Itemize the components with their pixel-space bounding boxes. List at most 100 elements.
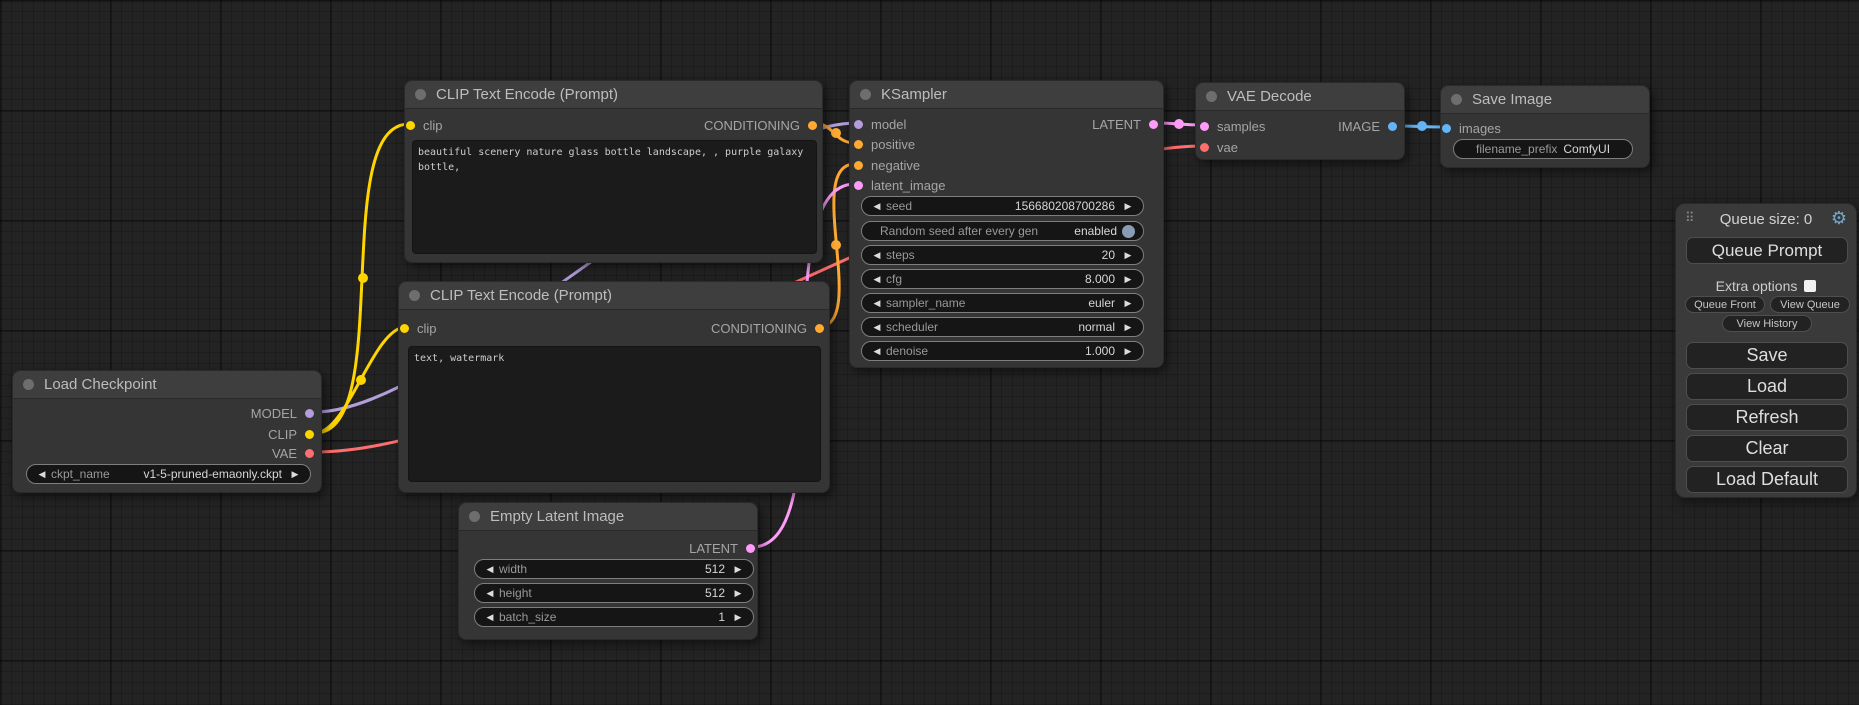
latent-output-dot[interactable] (1149, 120, 1158, 129)
seed-widget[interactable]: ◀ seed 156680208700286 ▶ (861, 196, 1144, 216)
output-slot-image[interactable]: IMAGE (1338, 117, 1397, 135)
image-output-dot[interactable] (1388, 122, 1397, 131)
increment-arrow-icon[interactable]: ▶ (1121, 346, 1135, 357)
latent-input-dot[interactable] (1200, 122, 1209, 131)
output-slot-conditioning[interactable]: CONDITIONING (711, 319, 824, 337)
decrement-arrow-icon[interactable]: ◀ (483, 612, 497, 623)
model-input-dot[interactable] (854, 120, 863, 129)
input-slot-clip[interactable]: clip (400, 319, 437, 337)
gear-icon[interactable]: ⚙ (1831, 208, 1847, 228)
decrement-arrow-icon[interactable]: ◀ (870, 346, 884, 357)
scheduler-widget[interactable]: ◀ scheduler normal ▶ (861, 317, 1144, 337)
clip-input-dot[interactable] (400, 324, 409, 333)
latent-output-dot[interactable] (746, 544, 755, 553)
clear-button[interactable]: Clear (1686, 435, 1848, 462)
extra-options-checkbox[interactable] (1804, 280, 1816, 292)
decrement-arrow-icon[interactable]: ◀ (870, 322, 884, 333)
width-widget[interactable]: ◀ width 512 ▶ (474, 559, 754, 579)
vae-input-dot[interactable] (1200, 143, 1209, 152)
queue-panel[interactable]: ⠿ Queue size: 0 ⚙ Queue Prompt Extra opt… (1675, 203, 1857, 498)
output-slot-latent[interactable]: LATENT (689, 539, 755, 557)
input-slot-images[interactable]: images (1442, 119, 1501, 137)
vae-output-dot[interactable] (305, 449, 314, 458)
input-slot-negative[interactable]: negative (854, 156, 920, 174)
node-header[interactable]: Load Checkpoint (13, 371, 321, 399)
output-slot-vae[interactable]: VAE (272, 444, 314, 462)
view-queue-button[interactable]: View Queue (1770, 296, 1850, 313)
collapse-dot-icon[interactable] (23, 379, 34, 390)
increment-arrow-icon[interactable]: ▶ (1121, 250, 1135, 261)
latent-input-dot[interactable] (854, 181, 863, 190)
node-clip-text-encode-negative[interactable]: CLIP Text Encode (Prompt) clip CONDITION… (398, 281, 830, 493)
input-slot-model[interactable]: model (854, 115, 906, 133)
image-input-dot[interactable] (1442, 124, 1451, 133)
conditioning-input-dot[interactable] (854, 140, 863, 149)
cfg-widget[interactable]: ◀ cfg 8.000 ▶ (861, 269, 1144, 289)
conditioning-input-dot[interactable] (854, 161, 863, 170)
view-history-button[interactable]: View History (1722, 315, 1812, 332)
collapse-dot-icon[interactable] (409, 290, 420, 301)
collapse-dot-icon[interactable] (469, 511, 480, 522)
input-slot-positive[interactable]: positive (854, 135, 915, 153)
comfyui-canvas[interactable]: { "colors": { "model": "#B39DDB", "clip"… (0, 0, 1859, 705)
increment-arrow-icon[interactable]: ▶ (288, 469, 302, 480)
decrement-arrow-icon[interactable]: ◀ (870, 201, 884, 212)
input-slot-vae[interactable]: vae (1200, 138, 1238, 156)
increment-arrow-icon[interactable]: ▶ (1121, 274, 1135, 285)
node-vae-decode[interactable]: VAE Decode samples vae IMAGE (1195, 82, 1405, 160)
node-header[interactable]: Empty Latent Image (459, 503, 757, 531)
prompt-textarea[interactable]: text, watermark (408, 346, 821, 482)
ckpt-name-widget[interactable]: ◀ ckpt_name v1-5-pruned-emaonly.ckpt ▶ (26, 464, 311, 484)
node-save-image[interactable]: Save Image images filename_prefix ComfyU… (1440, 85, 1650, 168)
decrement-arrow-icon[interactable]: ◀ (483, 588, 497, 599)
increment-arrow-icon[interactable]: ▶ (731, 612, 745, 623)
output-slot-conditioning[interactable]: CONDITIONING (704, 116, 817, 134)
increment-arrow-icon[interactable]: ▶ (1121, 201, 1135, 212)
random-seed-widget[interactable]: Random seed after every gen enabled (861, 221, 1144, 241)
denoise-widget[interactable]: ◀ denoise 1.000 ▶ (861, 341, 1144, 361)
node-header[interactable]: VAE Decode (1196, 83, 1404, 111)
load-button[interactable]: Load (1686, 373, 1848, 400)
increment-arrow-icon[interactable]: ▶ (731, 564, 745, 575)
save-button[interactable]: Save (1686, 342, 1848, 369)
input-slot-clip[interactable]: clip (406, 116, 443, 134)
queue-prompt-button[interactable]: Queue Prompt (1686, 237, 1848, 264)
node-header[interactable]: KSampler (850, 81, 1163, 109)
collapse-dot-icon[interactable] (860, 89, 871, 100)
output-slot-model[interactable]: MODEL (251, 404, 314, 422)
conditioning-output-dot[interactable] (815, 324, 824, 333)
decrement-arrow-icon[interactable]: ◀ (870, 250, 884, 261)
queue-front-button[interactable]: Queue Front (1685, 296, 1765, 313)
node-header[interactable]: CLIP Text Encode (Prompt) (399, 282, 829, 310)
model-output-dot[interactable] (305, 409, 314, 418)
drag-handle-icon[interactable]: ⠿ (1685, 210, 1695, 226)
node-header[interactable]: CLIP Text Encode (Prompt) (405, 81, 822, 109)
collapse-dot-icon[interactable] (1451, 94, 1462, 105)
steps-widget[interactable]: ◀ steps 20 ▶ (861, 245, 1144, 265)
output-slot-latent[interactable]: LATENT (1092, 115, 1158, 133)
node-clip-text-encode-positive[interactable]: CLIP Text Encode (Prompt) clip CONDITION… (404, 80, 823, 263)
refresh-button[interactable]: Refresh (1686, 404, 1848, 431)
height-widget[interactable]: ◀ height 512 ▶ (474, 583, 754, 603)
decrement-arrow-icon[interactable]: ◀ (870, 298, 884, 309)
decrement-arrow-icon[interactable]: ◀ (35, 469, 49, 480)
node-header[interactable]: Save Image (1441, 86, 1649, 114)
filename-prefix-widget[interactable]: filename_prefix ComfyUI (1453, 139, 1633, 159)
prompt-textarea[interactable]: beautiful scenery nature glass bottle la… (412, 140, 817, 254)
increment-arrow-icon[interactable]: ▶ (1121, 322, 1135, 333)
node-load-checkpoint[interactable]: Load Checkpoint MODEL CLIP VAE ◀ ckpt_na… (12, 370, 322, 493)
collapse-dot-icon[interactable] (415, 89, 426, 100)
decrement-arrow-icon[interactable]: ◀ (483, 564, 497, 575)
input-slot-latent-image[interactable]: latent_image (854, 176, 945, 194)
input-slot-samples[interactable]: samples (1200, 117, 1265, 135)
increment-arrow-icon[interactable]: ▶ (731, 588, 745, 599)
node-ksampler[interactable]: KSampler model positive negative latent_… (849, 80, 1164, 368)
conditioning-output-dot[interactable] (808, 121, 817, 130)
clip-output-dot[interactable] (305, 430, 314, 439)
collapse-dot-icon[interactable] (1206, 91, 1217, 102)
output-slot-clip[interactable]: CLIP (268, 425, 314, 443)
sampler-name-widget[interactable]: ◀ sampler_name euler ▶ (861, 293, 1144, 313)
load-default-button[interactable]: Load Default (1686, 466, 1848, 493)
toggle-indicator[interactable] (1122, 225, 1135, 238)
batch-size-widget[interactable]: ◀ batch_size 1 ▶ (474, 607, 754, 627)
